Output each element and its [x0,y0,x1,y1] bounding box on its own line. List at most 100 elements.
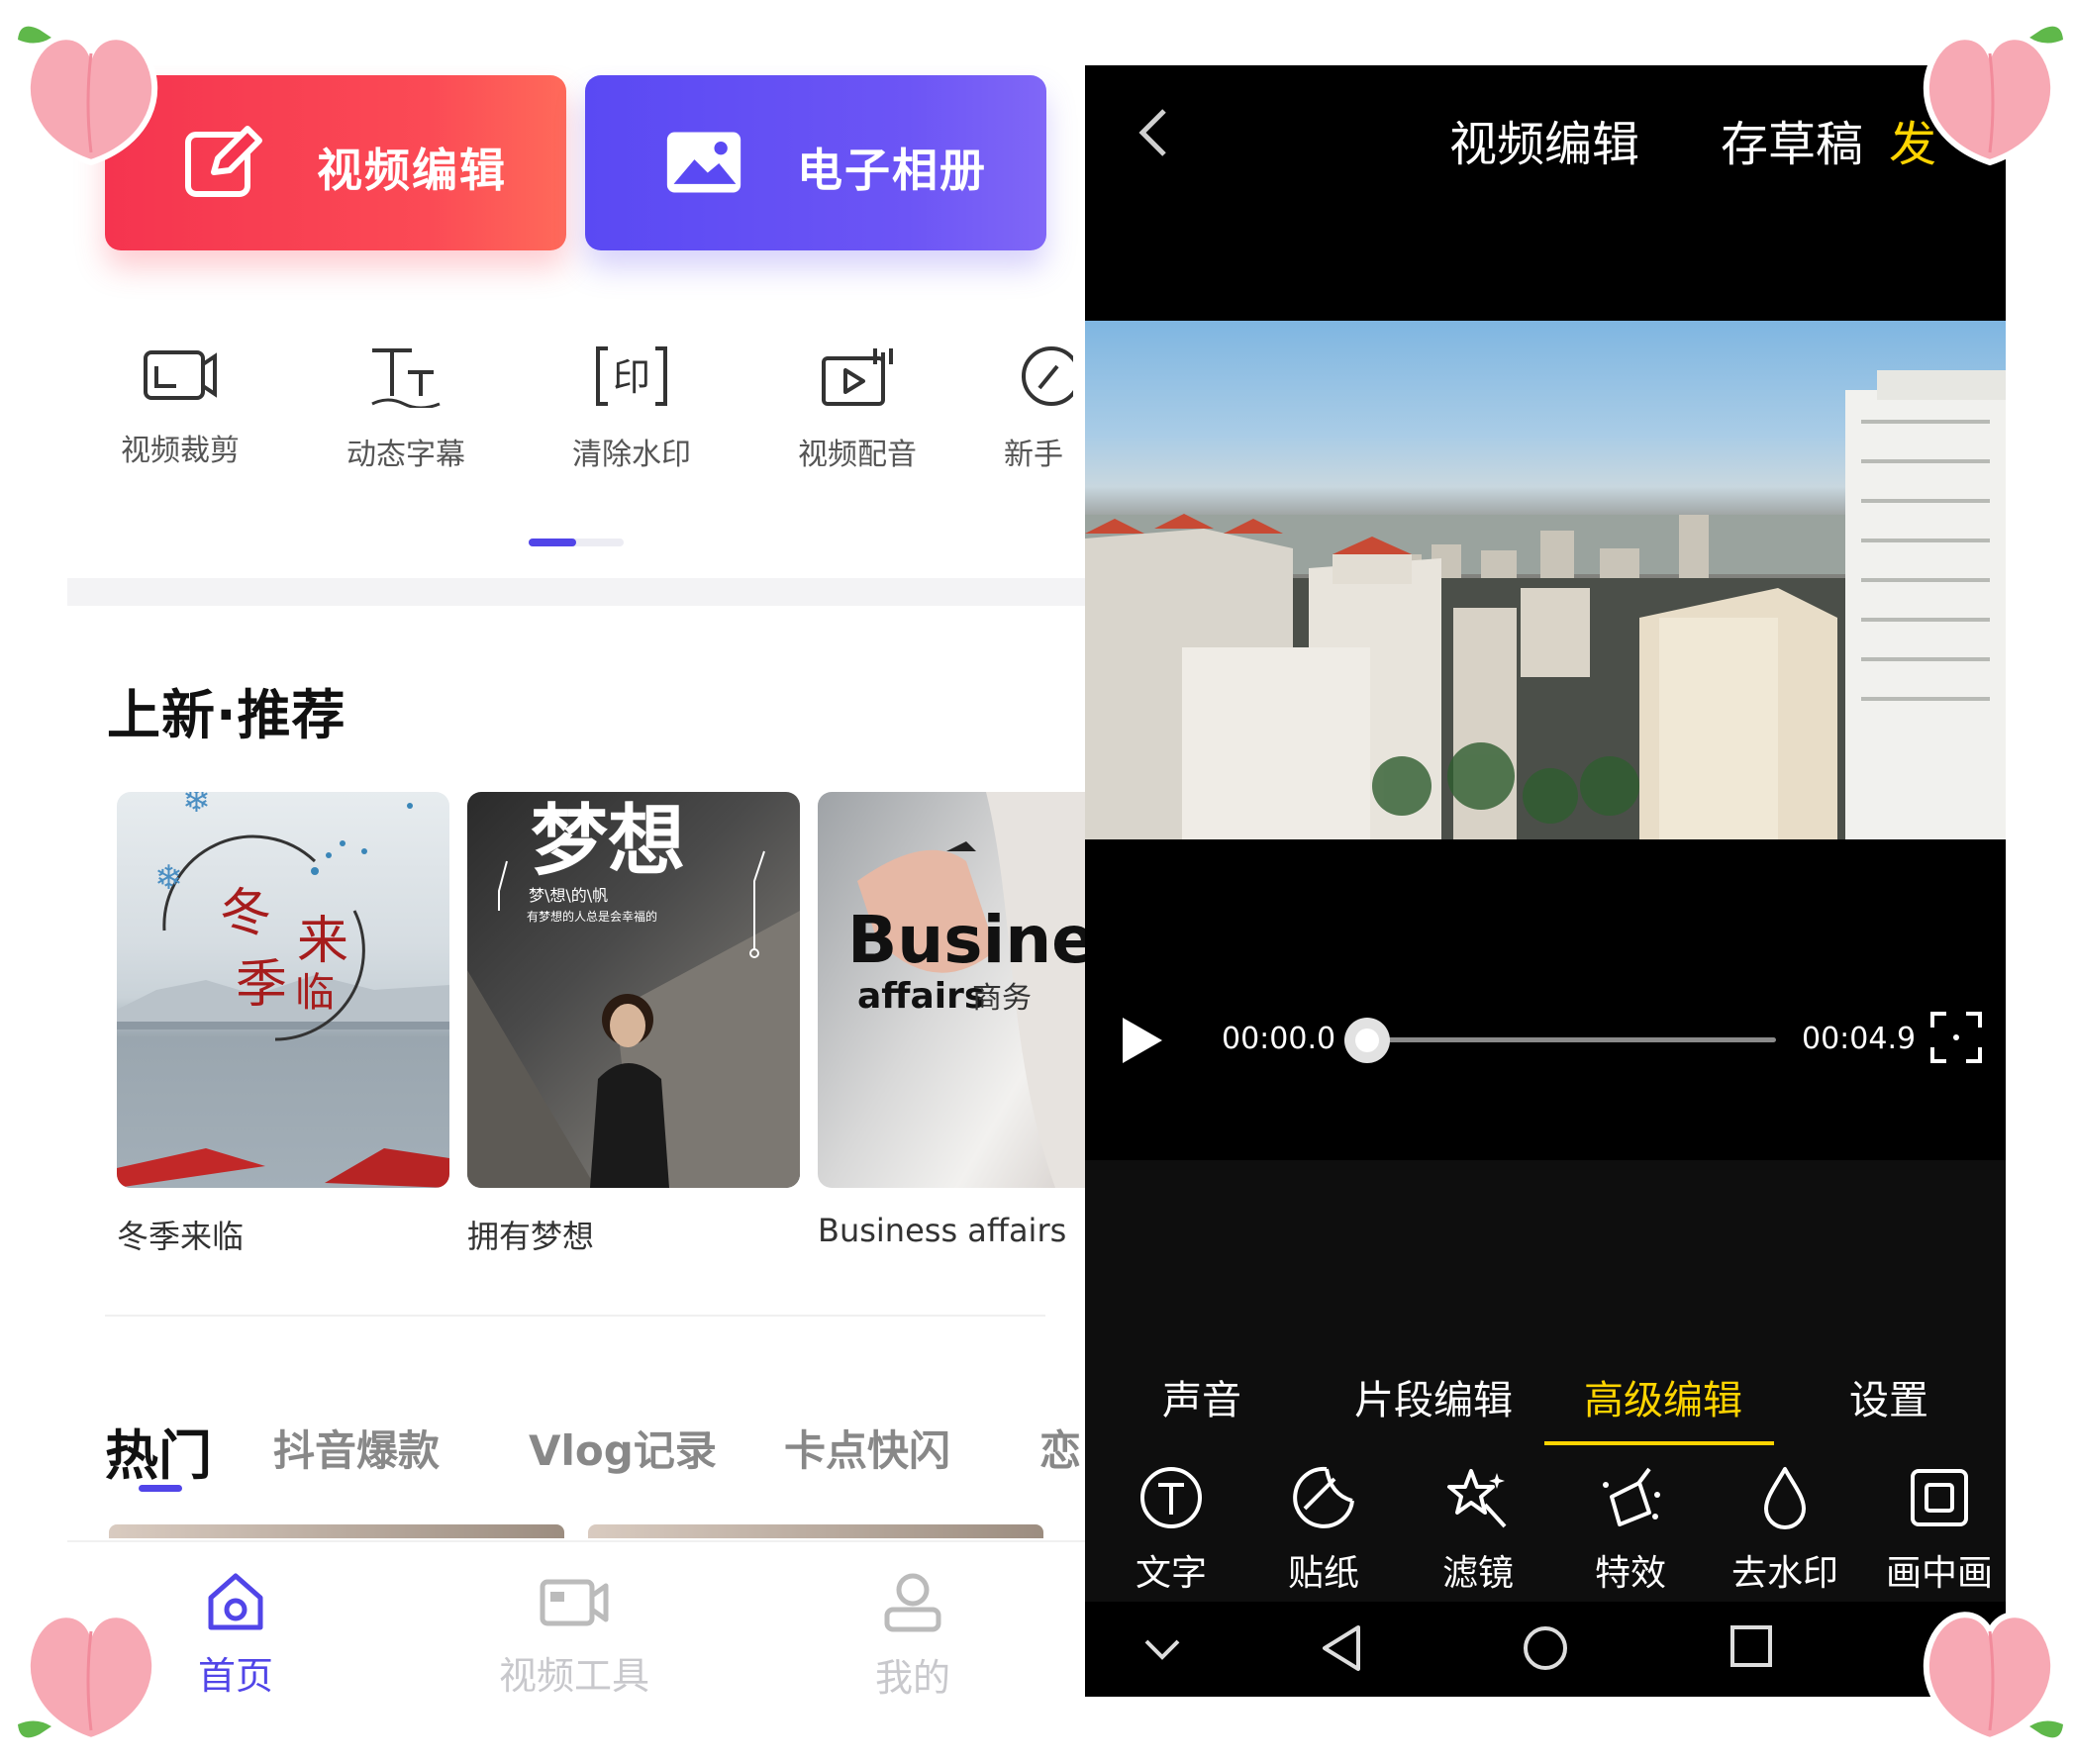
total-time: 00:04.9 [1802,1022,1917,1056]
template-card-peek [588,1524,1043,1538]
tool-effects[interactable]: 特效 [1566,1465,1695,1596]
nav-video-tools[interactable]: 视频工具 [475,1572,673,1697]
thumb-title: Busines [847,902,1085,978]
divider [105,1315,1045,1317]
seek-handle[interactable] [1344,1018,1390,1063]
seek-track[interactable] [1366,1037,1776,1042]
pip-icon [1911,1469,1968,1526]
hot-tab-vlog[interactable]: Vlog记录 [529,1418,717,1478]
tool-label: 视频裁剪 [121,434,240,468]
nav-label: 视频工具 [498,1654,649,1697]
photo-album-label: 电子相册 [797,144,987,197]
section-title: 上新·推荐 [107,684,346,746]
tool-label: 视频配音 [798,438,917,472]
tool-label: 新手 [1004,438,1063,472]
system-nav-bar [1085,1602,2006,1697]
section-separator [67,578,1085,606]
template-thumbnail: ❄ ❄ 冬 来 季 临 [117,792,449,1188]
tab-advanced-edit[interactable]: 高级编辑 [1584,1368,1742,1425]
thumb-cn: 商务 [972,981,1032,1016]
watermark-icon: 印 [596,346,667,406]
player-controls [1085,839,2006,1160]
tool-remove-watermark[interactable]: 去水印 [1721,1465,1849,1596]
current-time: 00:00.0 [1222,1022,1336,1056]
bottom-nav: 首页 视频工具 我的 [67,1540,1085,1697]
template-caption: 冬季来临 [117,1218,245,1255]
video-camera-icon [540,1579,609,1626]
tab-sound[interactable]: 声音 [1162,1368,1241,1425]
tool-picture-in-picture[interactable]: 画中画 [1875,1465,2004,1596]
tool-video-crop[interactable]: 视频裁剪 [101,344,259,469]
hot-tab-love[interactable]: 恋 [1039,1418,1081,1478]
thumb-subtitle: affairs [857,976,985,1017]
video-edit-button[interactable]: 视频编辑 [105,75,566,250]
tool-dynamic-subtitle[interactable]: 动态字幕 [327,344,485,473]
hot-tab-flash[interactable]: 卡点快闪 [784,1418,950,1478]
tool-label: 画中画 [1885,1553,1993,1594]
thumb-text: 来 [297,912,348,971]
tool-label: 特效 [1594,1553,1666,1594]
svg-text:❄: ❄ [182,792,211,821]
filter-icon [1447,1469,1507,1528]
tab-clip-edit[interactable]: 片段编辑 [1354,1368,1513,1425]
template-caption: Business affairs [818,1212,1067,1249]
recents-square-icon[interactable] [1728,1623,1774,1669]
template-caption: 拥有梦想 [467,1218,595,1255]
tool-text[interactable]: 文字 [1107,1465,1235,1596]
chevron-down-icon[interactable] [1142,1637,1182,1661]
tool-sticker[interactable]: 贴纸 [1259,1465,1388,1596]
hot-tab-indicator [139,1485,182,1492]
tool-page-indicator [529,539,624,546]
video-edit-label: 视频编辑 [317,144,507,197]
template-card-winter[interactable]: ❄ ❄ 冬 来 季 临 [117,792,449,1188]
svg-text:❄: ❄ [154,858,183,898]
tool-label: 动态字幕 [346,438,465,472]
dubbing-icon [822,348,893,406]
thumb-line: 有梦想的人总是会幸福的 [527,909,657,924]
guide-icon [1022,346,1073,406]
play-icon[interactable] [1119,1014,1166,1067]
user-icon [884,1573,941,1632]
sticker-icon [1293,1466,1354,1528]
tool-guide[interactable]: 新手 [1004,344,1085,473]
tool-filter[interactable]: 滤镜 [1414,1465,1542,1596]
tool-label: 清除水印 [572,438,691,472]
svg-text:印: 印 [613,355,650,399]
back-arrow-icon[interactable] [1136,105,1170,160]
thumb-text: 季 [236,955,287,1015]
water-drop-icon [1764,1467,1806,1529]
text-icon [1140,1467,1202,1528]
tool-dubbing[interactable]: 视频配音 [778,344,937,473]
active-tab-indicator [1544,1441,1774,1445]
edit-icon [185,126,262,197]
back-triangle-icon[interactable] [1319,1623,1364,1673]
editor-header [1085,65,2006,321]
save-draft-button[interactable]: 存草稿 [1721,105,1863,174]
peach-sticker-icon [1923,26,2063,166]
tool-remove-watermark[interactable]: 印 清除水印 [552,344,711,473]
template-card-business[interactable]: Busines affairs 商务 [818,792,1085,1188]
tool-label: 去水印 [1730,1553,1838,1594]
editor-title: 视频编辑 [1449,117,1640,172]
photo-album-button[interactable]: 电子相册 [585,75,1046,250]
hot-tab-douyin[interactable]: 抖音爆款 [273,1418,440,1478]
thumb-subtitle: 梦\想\的\帆 [529,886,608,905]
editor-screen: 视频编辑 存草稿 发 00:00.0 00:04.9 声音 片段编辑 高级编辑 … [1085,65,2006,1697]
home-circle-icon[interactable] [1521,1623,1570,1673]
template-thumbnail: Busines affairs 商务 [847,792,1085,1188]
fullscreen-icon[interactable] [1928,1010,1984,1065]
hot-tab-hot[interactable]: 热门 [105,1412,212,1490]
video-frame [1085,370,2006,839]
home-screen: 视频编辑 电子相册 视频裁剪 动态字幕 印 清除水印 视频配音 新手 上新·推荐… [67,65,1085,1697]
tab-settings[interactable]: 设置 [1849,1368,1928,1425]
peach-sticker-icon [18,26,158,166]
crop-icon [144,350,217,400]
video-preview[interactable] [1085,321,2006,839]
tool-label: 贴纸 [1287,1553,1359,1594]
effects-icon [1603,1467,1660,1526]
nav-mine[interactable]: 我的 [814,1572,1012,1697]
subtitle-icon [371,348,441,408]
tool-label: 滤镜 [1441,1553,1514,1594]
template-card-dream[interactable]: 梦想 梦\想\的\帆 有梦想的人总是会幸福的 [467,792,800,1188]
nav-label: 我的 [874,1656,950,1697]
